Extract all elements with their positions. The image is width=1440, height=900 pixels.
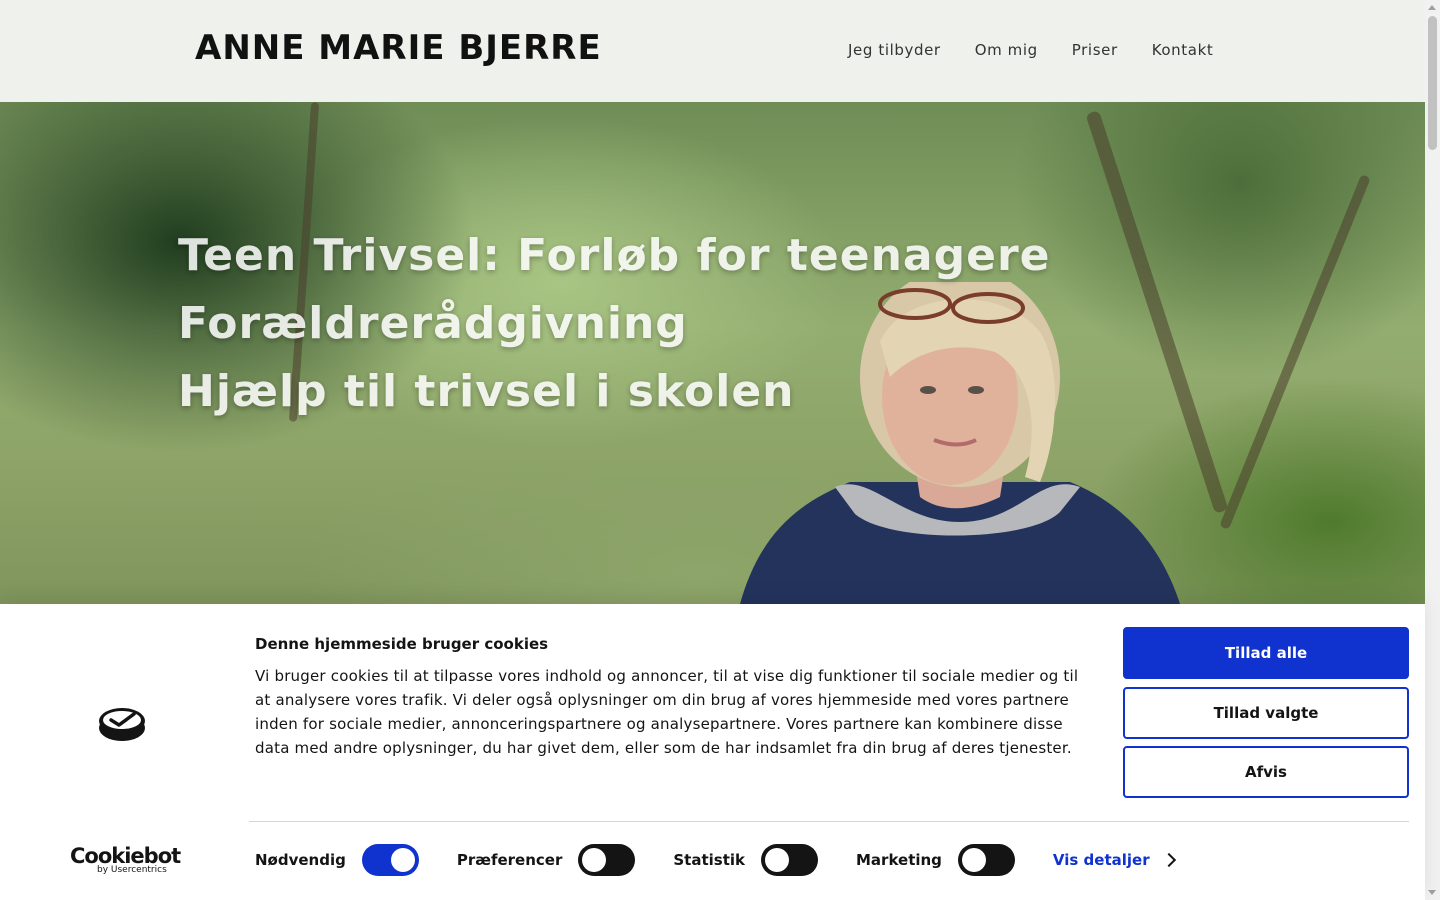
toggle-group-praeferencer: Præferencer <box>457 844 636 876</box>
toggle-knob <box>765 848 789 872</box>
toggle-marketing[interactable] <box>957 844 1015 876</box>
site-header: ANNE MARIE BJERRE Jeg tilbyder Om mig Pr… <box>0 0 1425 102</box>
toggle-praeferencer[interactable] <box>578 844 636 876</box>
page-scrollbar[interactable] <box>1425 0 1440 900</box>
toggle-group-statistik: Statistik <box>673 844 818 876</box>
nav-priser[interactable]: Priser <box>1072 41 1118 59</box>
toggle-knob <box>961 848 986 872</box>
toggle-knob <box>582 848 607 872</box>
toggle-statistik[interactable] <box>761 844 818 876</box>
toggle-label-noedvendig: Nødvendig <box>255 851 346 869</box>
cookie-category-toggles: Nødvendig Præferencer Statistik Marketin… <box>255 844 1176 876</box>
toggle-knob <box>390 848 415 872</box>
nav-kontakt[interactable]: Kontakt <box>1152 41 1214 59</box>
scroll-up-arrow-icon[interactable] <box>1428 5 1436 10</box>
cookie-divider <box>249 821 1409 822</box>
cookie-title: Denne hjemmeside bruger cookies <box>255 635 549 653</box>
deny-button[interactable]: Afvis <box>1123 746 1409 798</box>
cookie-description: Vi bruger cookies til at tilpasse vores … <box>255 667 1079 757</box>
toggle-noedvendig[interactable] <box>361 844 419 876</box>
cookiebot-brand[interactable]: Cookiebot by Usercentrics <box>70 844 181 875</box>
scrollbar-thumb[interactable] <box>1428 16 1437 150</box>
show-details-link[interactable]: Vis detaljer <box>1052 851 1176 869</box>
toggle-label-praeferencer: Præferencer <box>456 851 563 869</box>
toggle-label-statistik: Statistik <box>673 851 745 869</box>
hero-section: Teen Trivsel: Forløb for teenagere Foræl… <box>0 102 1425 604</box>
nav-om-mig[interactable]: Om mig <box>975 41 1038 59</box>
chevron-right-icon <box>1161 852 1176 868</box>
hero-line-foraeldreraadgivning: Forældrerådgivning <box>178 298 688 349</box>
toggle-group-marketing: Marketing <box>856 844 1015 876</box>
main-nav: Jeg tilbyder Om mig Priser Kontakt <box>848 41 1213 59</box>
cookie-consent-banner: Denne hjemmeside bruger cookies Vi bruge… <box>0 604 1425 900</box>
toggle-label-marketing: Marketing <box>856 851 942 869</box>
hero-line-teen-trivsel: Teen Trivsel: Forløb for teenagere <box>178 230 1051 281</box>
toggle-group-noedvendig: Nødvendig <box>255 844 419 876</box>
tree-trunk <box>1219 173 1371 531</box>
allow-all-button[interactable]: Tillad alle <box>1123 627 1409 679</box>
site-logo-text[interactable]: ANNE MARIE BJERRE <box>195 28 602 68</box>
show-details-label: Vis detaljer <box>1052 851 1150 869</box>
allow-selected-button[interactable]: Tillad valgte <box>1123 687 1409 739</box>
hero-headlines: Teen Trivsel: Forløb for teenagere Foræl… <box>178 222 1051 426</box>
hero-line-trivsel-skolen: Hjælp til trivsel i skolen <box>178 366 795 417</box>
scroll-down-arrow-icon[interactable] <box>1428 890 1436 895</box>
cookiebot-logo-icon <box>99 708 145 741</box>
nav-jeg-tilbyder[interactable]: Jeg tilbyder <box>848 41 941 59</box>
